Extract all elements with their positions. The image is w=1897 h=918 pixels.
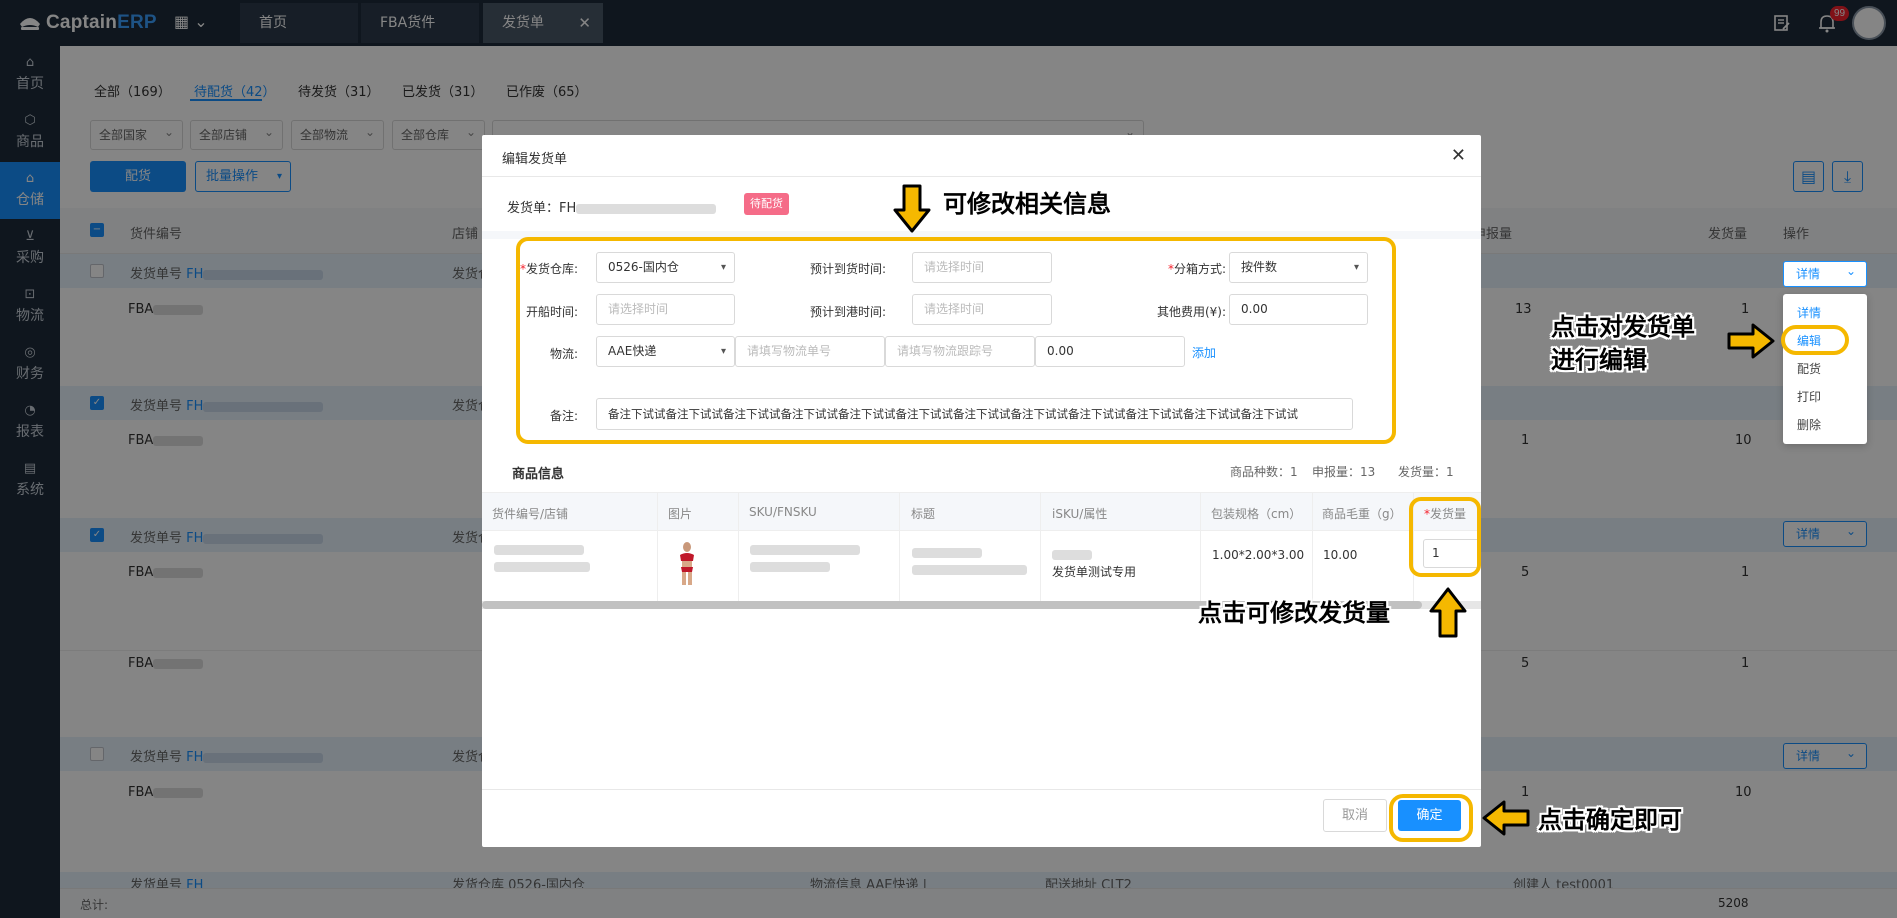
item-sku — [750, 542, 860, 572]
item-weight: 10.00 — [1323, 548, 1358, 562]
close-icon[interactable]: ✕ — [1451, 145, 1466, 166]
divider — [482, 176, 1481, 177]
highlight-quantity-column — [1409, 497, 1481, 577]
shipment-number: 发货单：FH — [507, 197, 717, 216]
highlight-confirm-button — [1389, 794, 1473, 842]
annotation-click-edit-line2: 进行编辑 — [1551, 346, 1647, 374]
divider — [738, 492, 739, 601]
modal-title: 编辑发货单 — [502, 152, 568, 167]
item-declared-count: 申报量：13 — [1312, 465, 1376, 479]
highlight-form-area — [516, 237, 1396, 444]
divider — [657, 492, 658, 601]
item-shipped-count: 发货量：1 — [1398, 465, 1454, 479]
status-badge: 待配货 — [744, 193, 789, 215]
arrow-down-icon — [893, 184, 931, 233]
items-section-title: 商品信息 — [512, 467, 565, 482]
menu-item-print[interactable]: 打印 — [1797, 388, 1821, 405]
col-image: 图片 — [668, 507, 693, 521]
annotation-edit-info: 可修改相关信息 — [943, 190, 1111, 218]
divider — [1312, 492, 1313, 601]
arrow-right-icon — [1727, 323, 1775, 359]
divider — [1040, 492, 1041, 601]
col-weight: 商品毛重（g） — [1322, 507, 1402, 521]
divider — [899, 492, 900, 601]
col-isku: iSKU/属性 — [1052, 507, 1108, 521]
col-sku: SKU/FNSKU — [749, 505, 817, 519]
detail-dropdown-button[interactable]: 详情 — [1783, 259, 1867, 287]
annotation-click-edit-line1: 点击对发货单 — [1551, 313, 1695, 341]
items-table-header: 货件编号/店铺 图片 SKU/FNSKU 标题 iSKU/属性 包装规格（cm）… — [482, 492, 1481, 531]
col-package: 包装规格（cm） — [1211, 507, 1302, 521]
menu-item-allocate[interactable]: 配货 — [1797, 360, 1821, 377]
arrow-up-icon — [1429, 587, 1467, 638]
menu-item-detail[interactable]: 详情 — [1797, 304, 1821, 321]
item-isku-attr: 发货单测试专用 — [1052, 545, 1136, 581]
product-image[interactable] — [672, 539, 702, 587]
item-kinds-count: 商品种数：1 — [1230, 465, 1298, 479]
annotation-edit-quantity: 点击可修改发货量 — [1198, 599, 1390, 627]
action-dropdown-menu: 详情 编辑 配货 打印 删除 — [1783, 294, 1867, 444]
highlight-edit-item — [1781, 325, 1849, 355]
item-package-size: 1.00*2.00*3.00 — [1212, 548, 1305, 562]
item-title — [912, 545, 1027, 575]
divider — [482, 789, 1481, 790]
cancel-button[interactable]: 取消 — [1323, 799, 1387, 832]
menu-item-delete[interactable]: 删除 — [1797, 416, 1821, 433]
annotation-confirm: 点击确定即可 — [1538, 806, 1682, 834]
divider — [1200, 492, 1201, 601]
item-shipment-shop — [494, 542, 590, 572]
col-title: 标题 — [911, 507, 936, 521]
arrow-left-icon — [1482, 800, 1530, 836]
col-shipment-shop: 货件编号/店铺 — [492, 507, 569, 521]
